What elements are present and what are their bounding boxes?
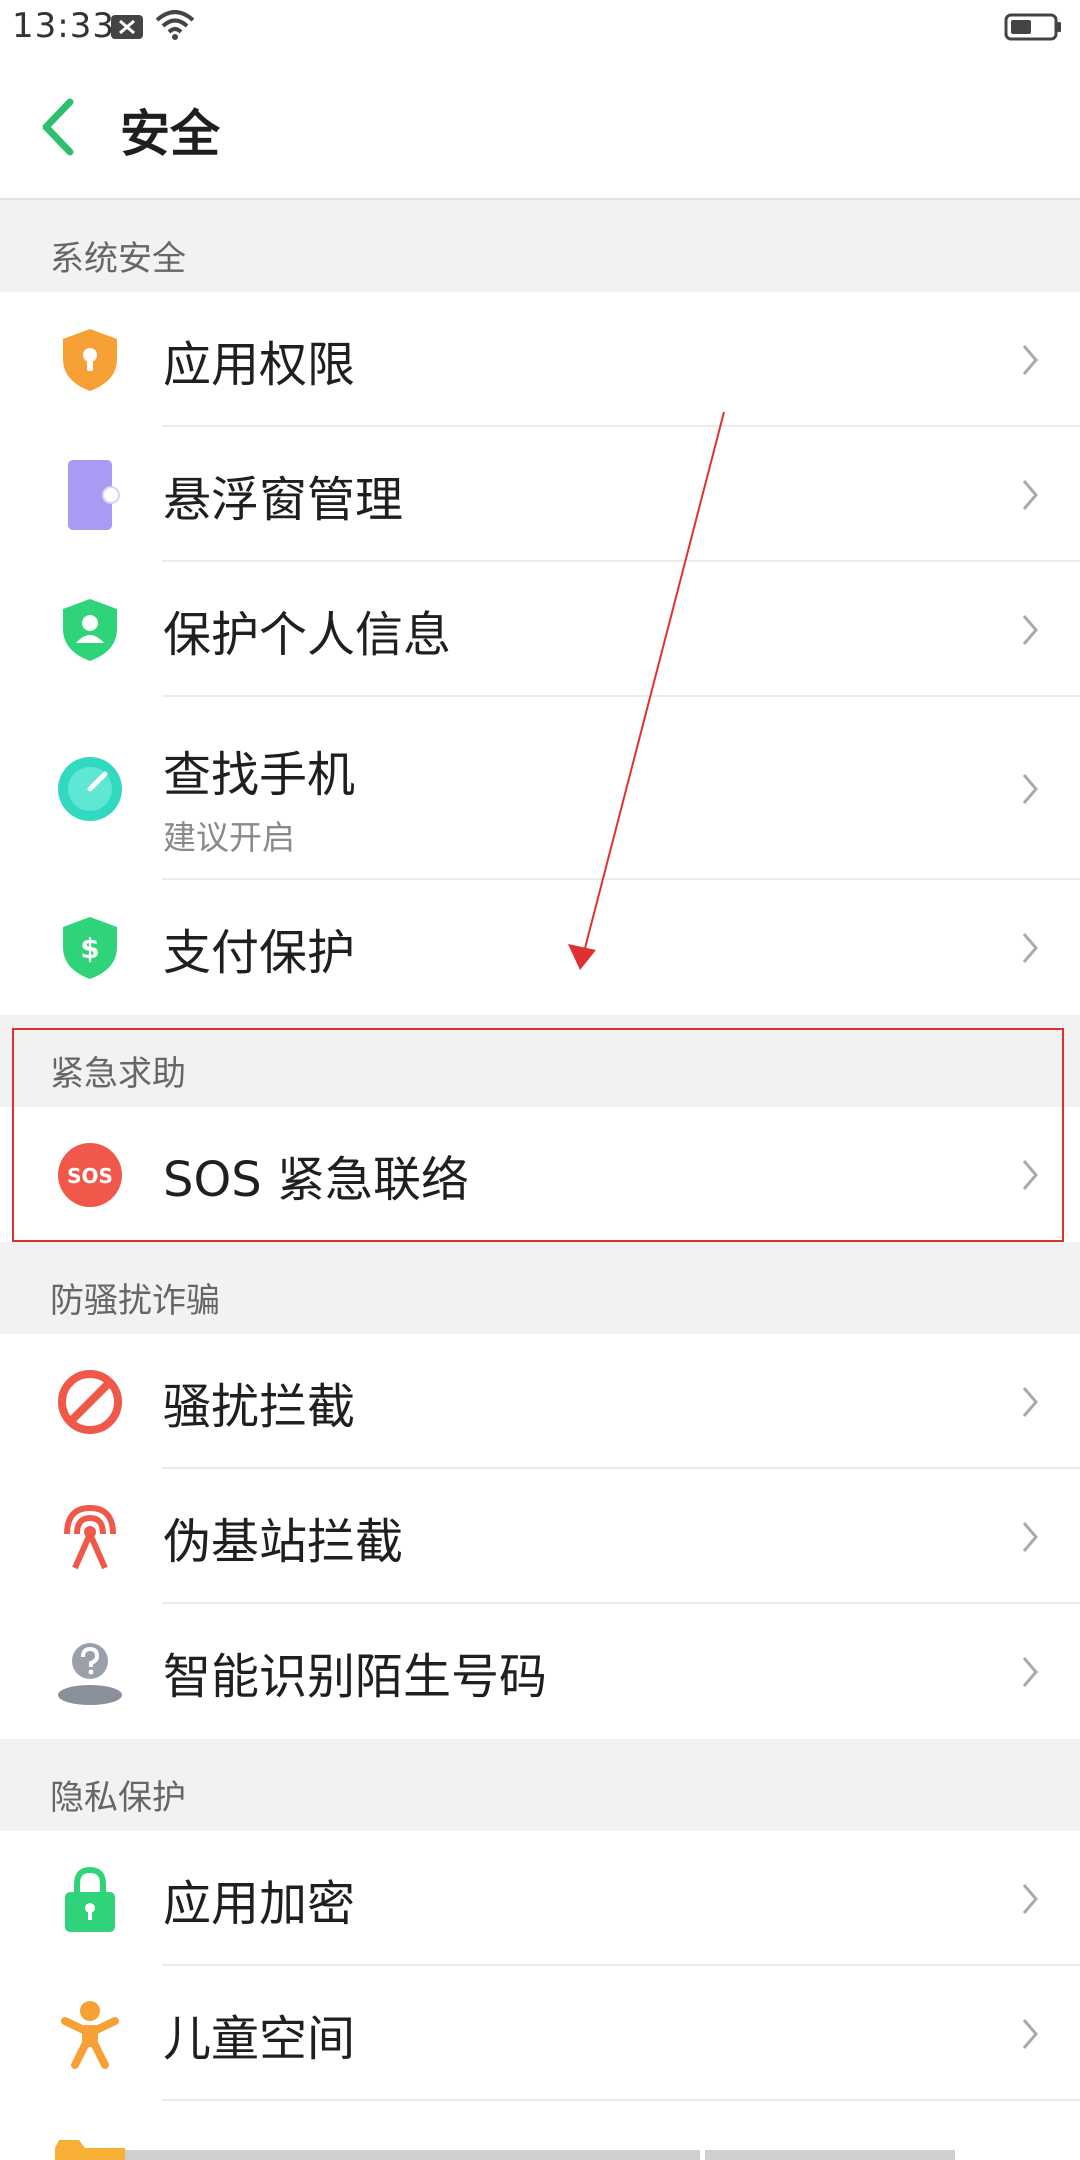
chevron-right-icon [1022,1386,1038,1417]
row-app-permissions[interactable]: 应用权限 [0,292,1080,427]
floating-window-icon [68,459,120,530]
row-label: 伪基站拦截 [163,1513,404,1570]
child-icon [61,2000,119,2069]
shield-dollar-icon: $ [63,916,117,979]
row-app-encryption[interactable]: 应用加密 [0,1831,1080,1966]
row-floating-window[interactable]: 悬浮窗管理 [0,427,1080,562]
row-protect-personal-info[interactable]: 保护个人信息 [0,562,1080,697]
shield-person-icon [63,598,117,661]
svg-text:SOS: SOS [67,1164,113,1188]
find-phone-icon [58,756,122,821]
section-header-privacy: 隐私保护 [0,1739,1080,1831]
chevron-right-icon [1022,773,1038,804]
page-title: 安全 [120,105,220,163]
shield-key-icon [63,328,117,391]
section-header-emergency: 紧急求助 [0,1015,1080,1107]
battery-icon [1004,13,1061,41]
row-kids-space[interactable]: 儿童空间 [0,1966,1080,2101]
row-label: 保护个人信息 [163,606,452,663]
chevron-right-icon [1022,479,1038,510]
row-fake-base-station[interactable]: 伪基站拦截 [0,1469,1080,1604]
status-bar: 13:33 [0,0,1080,54]
chevron-right-icon [1022,1159,1038,1190]
row-label: 支付保护 [163,924,356,981]
screen: 13:33 安全 系统安全 应用权限 悬浮窗管理 保护个人信息 查找手机 建议开… [0,0,1080,2160]
divider [162,2099,1080,2101]
row-sublabel: 建议开启 [163,818,295,857]
block-icon [58,1369,122,1434]
row-label: 儿童空间 [163,2010,356,2067]
wifi-icon [155,10,195,40]
unknown-caller-icon [58,1642,122,1705]
status-time: 13:33 [12,6,115,46]
scroll-overlay [125,2150,700,2160]
scroll-overlay [705,2150,955,2160]
row-label: SOS 紧急联络 [163,1151,469,1208]
row-label: 应用权限 [163,336,356,393]
row-label: 骚扰拦截 [163,1378,356,1435]
signal-tower-icon [64,1504,116,1569]
chevron-right-icon [1022,344,1038,375]
app-bar: 安全 [0,54,1080,200]
sos-icon: SOS [58,1142,122,1207]
row-find-phone[interactable]: 查找手机 建议开启 [0,697,1080,880]
folder-icon [55,2140,125,2160]
svg-text:$: $ [80,932,99,965]
chevron-right-icon [1022,1656,1038,1687]
row-payment-protection[interactable]: $ 支付保护 [0,880,1080,1015]
row-label: 悬浮窗管理 [163,471,404,528]
row-harassment-block[interactable]: 骚扰拦截 [0,1334,1080,1469]
settings-list: 系统安全 应用权限 悬浮窗管理 保护个人信息 查找手机 建议开启 $ 支付保护 … [0,200,1080,2101]
chevron-right-icon [1022,1521,1038,1552]
section-header-system-security: 系统安全 [0,200,1080,292]
row-label: 应用加密 [163,1875,356,1932]
lock-icon [65,1866,115,1932]
row-label: 查找手机 [163,747,356,803]
back-button[interactable] [30,92,90,162]
chevron-right-icon [1022,2018,1038,2049]
chevron-right-icon [1022,614,1038,645]
chevron-right-icon [1022,932,1038,963]
row-identify-unknown-numbers[interactable]: 智能识别陌生号码 [0,1604,1080,1739]
notification-icon [111,15,143,39]
row-label: 智能识别陌生号码 [163,1648,548,1705]
section-header-anti-harassment: 防骚扰诈骗 [0,1242,1080,1334]
row-sos-contact[interactable]: SOS SOS 紧急联络 [0,1107,1080,1242]
chevron-right-icon [1022,1883,1038,1914]
